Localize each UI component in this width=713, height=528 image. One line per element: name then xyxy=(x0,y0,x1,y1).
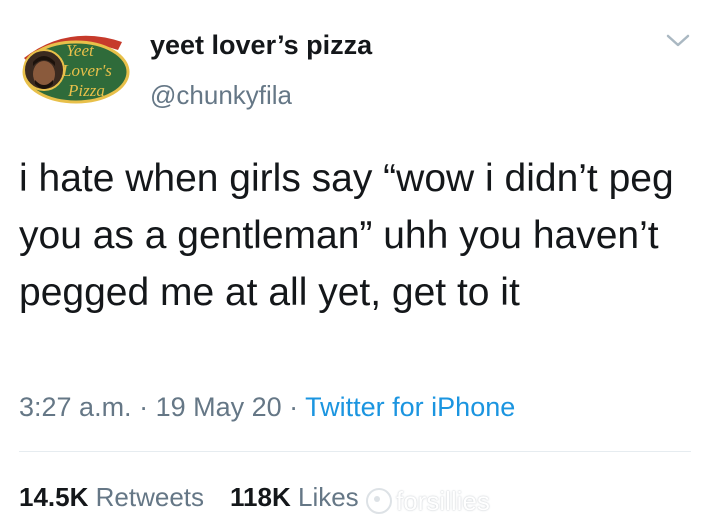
retweets-stat[interactable]: 14.5K Retweets xyxy=(19,482,204,513)
meta-separator: · xyxy=(131,392,156,422)
likes-label: Likes xyxy=(297,482,359,512)
divider xyxy=(19,451,691,452)
avatar-text-line-3: Pizza xyxy=(67,81,105,100)
tweet-card: Yeet Lover's Pizza yeet lover’s pizza @c… xyxy=(0,0,713,528)
meta-separator: · xyxy=(281,392,306,422)
likes-stat[interactable]: 118K Likes xyxy=(230,482,359,513)
tweet-date[interactable]: 19 May 20 xyxy=(156,392,282,422)
avatar-logo-icon: Yeet Lover's Pizza xyxy=(22,35,130,104)
chevron-down-icon[interactable] xyxy=(664,30,692,50)
avatar[interactable]: Yeet Lover's Pizza xyxy=(18,28,130,108)
tweet-stats: 14.5K Retweets 118K Likes xyxy=(19,482,385,513)
tweet-text: i hate when girls say “wow i didn’t peg … xyxy=(19,157,674,314)
retweets-label: Retweets xyxy=(95,482,205,512)
watermark-text: forsillies xyxy=(396,486,490,516)
retweets-count: 14.5K xyxy=(19,482,89,512)
avatar-text-line-2: Lover's xyxy=(61,61,112,80)
user-handle[interactable]: @chunkyfila xyxy=(150,80,292,111)
display-name[interactable]: yeet lover’s pizza xyxy=(150,30,372,61)
watermark: forsillies xyxy=(366,486,490,517)
tweet-time[interactable]: 3:27 a.m. xyxy=(19,392,132,422)
tweet-source-link[interactable]: Twitter for iPhone xyxy=(305,392,515,422)
weibo-logo-icon xyxy=(366,488,392,514)
tweet-meta: 3:27 a.m. · 19 May 20 · Twitter for iPho… xyxy=(19,392,515,423)
avatar-text-line-1: Yeet xyxy=(66,41,95,60)
likes-count: 118K xyxy=(230,482,291,512)
